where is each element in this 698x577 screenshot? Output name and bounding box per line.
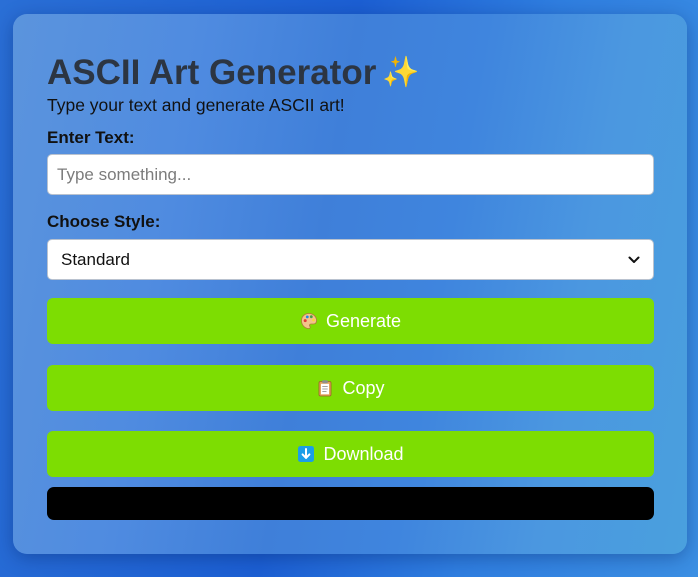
title-text: ASCII Art Generator [47,53,377,92]
page-title: ASCII Art Generator ✨ [47,53,420,93]
choose-style-label: Choose Style: [47,212,161,231]
download-button-label: Download [323,443,404,464]
copy-button[interactable]: Copy [47,365,654,411]
chevron-down-icon [628,254,640,266]
ascii-output [47,487,654,520]
sparkles-icon: ✨ [382,56,420,89]
copy-button-label: Copy [342,377,385,398]
text-input[interactable] [47,154,654,195]
clipboard-icon [316,379,334,397]
down-arrow-icon [297,445,315,463]
style-select-value: Standard [61,249,130,269]
palette-icon [300,312,318,330]
style-select[interactable]: Standard [47,239,654,280]
generate-button[interactable]: Generate [47,298,654,344]
enter-text-label: Enter Text: [47,128,135,147]
subtitle: Type your text and generate ASCII art! [47,95,345,115]
download-button[interactable]: Download [47,431,654,477]
generate-button-label: Generate [325,310,402,331]
